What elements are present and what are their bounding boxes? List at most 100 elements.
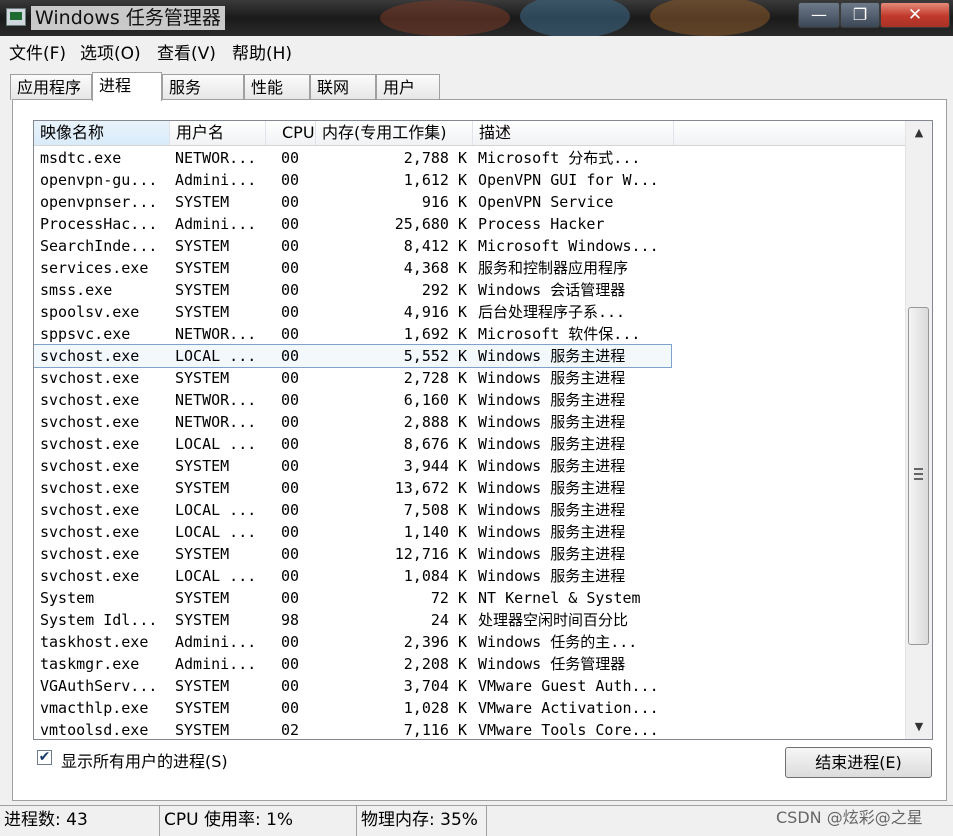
cell-cpu: 00 <box>281 501 300 519</box>
table-row[interactable]: System SYSTEM 00 72 K NT Kernel & System <box>34 587 906 609</box>
cell-memory: 1,692 K <box>403 325 467 343</box>
cell-memory: 3,944 K <box>403 457 467 475</box>
table-row-selected[interactable]: svchost.exe LOCAL ... 00 5,552 K Windows 服务主… <box>34 344 672 368</box>
cell-description: Windows 服务主进程 <box>478 413 626 431</box>
table-row[interactable]: svchost.exe NETWOR... 00 2,888 K Windows 服务主… <box>34 411 906 433</box>
menu-help[interactable]: 帮助(H) <box>232 39 292 64</box>
table-row[interactable]: services.exe SYSTEM 00 4,368 K 服务和控制器应用程序 <box>34 257 906 279</box>
table-row[interactable]: smss.exe SYSTEM 00 292 K Windows 会话管理器 <box>34 279 906 301</box>
cell-description: Windows 服务主进程 <box>478 479 626 497</box>
table-row[interactable]: openvpnser... SYSTEM 00 916 K OpenVPN Servic… <box>34 191 906 213</box>
table-row[interactable]: taskmgr.exe Admini... 00 2,208 K Windows 任务管… <box>34 653 906 675</box>
table-row[interactable]: vmtoolsd.exe SYSTEM 02 7,116 K VMware Tools … <box>34 719 906 739</box>
tab-applications[interactable]: 应用程序 <box>10 74 92 100</box>
cell-description: VMware Tools Core... <box>478 721 659 739</box>
cell-memory: 1,140 K <box>403 523 467 541</box>
table-row[interactable]: svchost.exe LOCAL ... 00 8,676 K Windows 服务主… <box>34 433 906 455</box>
wallpaper-decoration <box>650 0 770 36</box>
cell-cpu: 02 <box>281 721 300 739</box>
cell-cpu: 00 <box>281 545 300 563</box>
cell-cpu: 00 <box>281 281 300 299</box>
cell-user-name: SYSTEM <box>175 545 230 563</box>
column-memory[interactable]: 内存(专用工作集) <box>316 121 473 145</box>
table-row[interactable]: VGAuthServ... SYSTEM 00 3,704 K VMware Guest… <box>34 675 906 697</box>
cell-cpu: 00 <box>281 347 300 365</box>
cell-user-name: SYSTEM <box>175 589 230 607</box>
cell-image-name: vmacthlp.exe <box>40 699 149 717</box>
cell-description: Windows 服务主进程 <box>478 369 626 387</box>
cell-cpu: 98 <box>281 611 300 629</box>
table-row[interactable]: svchost.exe NETWOR... 00 6,160 K Windows 服务主… <box>34 389 906 411</box>
cell-user-name: SYSTEM <box>175 479 230 497</box>
table-row[interactable]: svchost.exe LOCAL ... 00 1,140 K Windows 服务主… <box>34 521 906 543</box>
table-row[interactable]: SearchInde... SYSTEM 00 8,412 K Microsoft Wi… <box>34 235 906 257</box>
column-user-name[interactable]: 用户名 <box>170 121 266 145</box>
scroll-up-arrow-icon[interactable]: ▲ <box>908 123 930 143</box>
cell-memory: 5,552 K <box>403 347 467 365</box>
scrollbar-thumb[interactable] <box>908 307 929 645</box>
show-all-users-checkbox[interactable]: ✔ <box>37 750 52 765</box>
cell-description: Windows 任务管理器 <box>478 655 626 673</box>
menu-file[interactable]: 文件(F) <box>9 39 66 64</box>
table-row[interactable]: svchost.exe SYSTEM 00 12,716 K Windows 服务主进程 <box>34 543 906 565</box>
cell-description: Windows 服务主进程 <box>478 435 626 453</box>
cell-description: Windows 服务主进程 <box>478 457 626 475</box>
title-bar[interactable]: Windows 任务管理器 — ❐ ✕ <box>0 0 953 38</box>
table-row[interactable]: svchost.exe SYSTEM 00 13,672 K Windows 服务主进程 <box>34 477 906 499</box>
cell-image-name: svchost.exe <box>40 413 140 431</box>
cell-memory: 2,788 K <box>403 149 467 167</box>
table-row[interactable]: svchost.exe SYSTEM 00 2,728 K Windows 服务主进程 <box>34 367 906 389</box>
close-button[interactable]: ✕ <box>880 2 950 28</box>
cell-memory: 2,728 K <box>403 369 467 387</box>
cell-memory: 7,116 K <box>403 721 467 739</box>
minimize-button[interactable]: — <box>798 2 840 28</box>
table-row[interactable]: svchost.exe SYSTEM 00 3,944 K Windows 服务主进程 <box>34 455 906 477</box>
table-row[interactable]: vmacthlp.exe SYSTEM 00 1,028 K VMware Activa… <box>34 697 906 719</box>
tab-networking[interactable]: 联网 <box>310 74 376 100</box>
cell-description: Windows 服务主进程 <box>478 501 626 519</box>
table-row[interactable]: System Idl... SYSTEM 98 24 K 处理器空闲时间百分比 <box>34 609 906 631</box>
cell-user-name: SYSTEM <box>175 303 230 321</box>
cell-image-name: ProcessHac... <box>40 215 158 233</box>
end-process-button[interactable]: 结束进程(E) <box>785 747 932 778</box>
tab-services[interactable]: 服务 <box>162 74 244 100</box>
menu-options[interactable]: 选项(O) <box>80 39 141 64</box>
process-list[interactable]: 映像名称 用户名 CPU 内存(专用工作集) 描述 msdtc.exe NETWO… <box>33 120 933 740</box>
cell-image-name: VGAuthServ... <box>40 677 158 695</box>
cell-cpu: 00 <box>281 413 300 431</box>
table-row[interactable]: openvpn-gu... Admini... 00 1,612 K OpenVPN G… <box>34 169 906 191</box>
cell-cpu: 00 <box>281 303 300 321</box>
cell-image-name: svchost.exe <box>40 347 140 365</box>
table-row[interactable]: svchost.exe LOCAL ... 00 1,084 K Windows 服务主… <box>34 565 906 587</box>
table-row[interactable]: taskhost.exe Admini... 00 2,396 K Windows 任务… <box>34 631 906 653</box>
table-row[interactable]: msdtc.exe NETWOR... 00 2,788 K Microsoft 分布式… <box>34 147 906 169</box>
cell-user-name: SYSTEM <box>175 699 230 717</box>
cell-memory: 1,084 K <box>403 567 467 585</box>
table-row[interactable]: sppsvc.exe NETWOR... 00 1,692 K Microsoft 软件… <box>34 323 906 345</box>
table-row[interactable]: spoolsv.exe SYSTEM 00 4,916 K 后台处理程序子系... <box>34 301 906 323</box>
table-row[interactable]: svchost.exe LOCAL ... 00 7,508 K Windows 服务主… <box>34 499 906 521</box>
tab-processes[interactable]: 进程 <box>92 72 162 101</box>
vertical-scrollbar[interactable]: ▲ ▼ <box>905 121 932 739</box>
column-cpu[interactable]: CPU <box>266 121 316 145</box>
cell-cpu: 00 <box>281 237 300 255</box>
menu-view[interactable]: 查看(V) <box>157 39 216 64</box>
show-all-users-label[interactable]: 显示所有用户的进程(S) <box>61 748 228 772</box>
menu-bar: 文件(F) 选项(O) 查看(V) 帮助(H) <box>0 36 953 64</box>
cell-cpu: 00 <box>281 369 300 387</box>
maximize-button[interactable]: ❐ <box>840 2 880 28</box>
cell-user-name: Admini... <box>175 171 257 189</box>
column-description[interactable]: 描述 <box>473 121 674 145</box>
cell-cpu: 00 <box>281 149 300 167</box>
tab-performance[interactable]: 性能 <box>244 74 310 100</box>
grip-icon <box>914 468 923 480</box>
cell-image-name: smss.exe <box>40 281 113 299</box>
cell-user-name: SYSTEM <box>175 259 230 277</box>
tab-users[interactable]: 用户 <box>376 74 440 100</box>
cell-user-name: LOCAL ... <box>175 567 257 585</box>
column-image-name[interactable]: 映像名称 <box>34 121 170 145</box>
cell-cpu: 00 <box>281 589 300 607</box>
cell-image-name: svchost.exe <box>40 435 140 453</box>
table-row[interactable]: ProcessHac... Admini... 00 25,680 K Process … <box>34 213 906 235</box>
scroll-down-arrow-icon[interactable]: ▼ <box>908 717 930 737</box>
